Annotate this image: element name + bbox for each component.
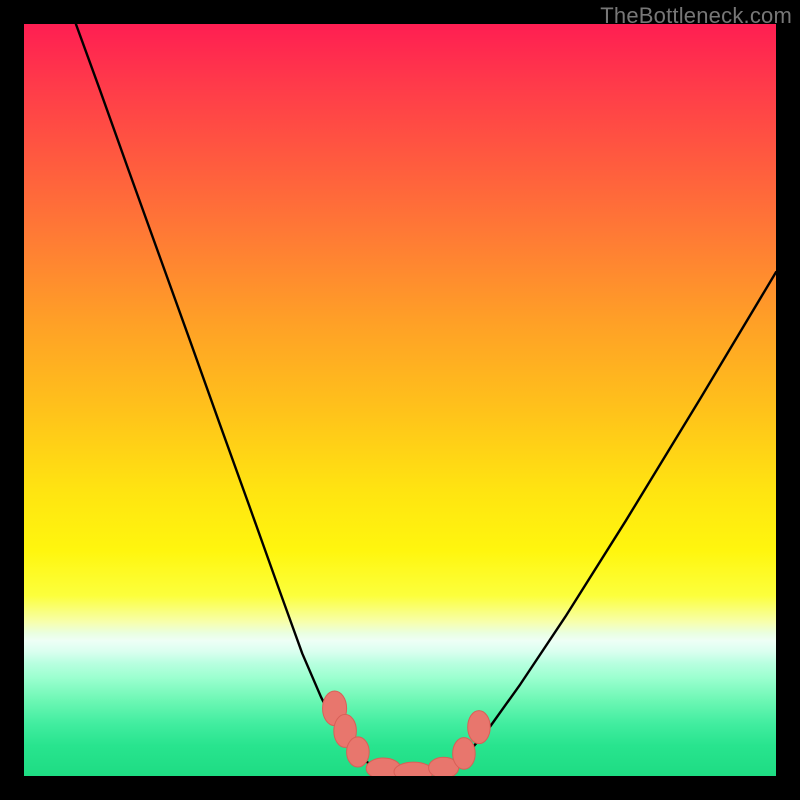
data-marker <box>468 711 491 744</box>
bottleneck-curve <box>76 24 776 772</box>
watermark-text: TheBottleneck.com <box>600 3 792 29</box>
chart-svg <box>24 24 776 776</box>
data-marker <box>453 738 476 770</box>
data-marker <box>347 737 370 767</box>
plot-area <box>24 24 776 776</box>
chart-frame: TheBottleneck.com <box>0 0 800 800</box>
